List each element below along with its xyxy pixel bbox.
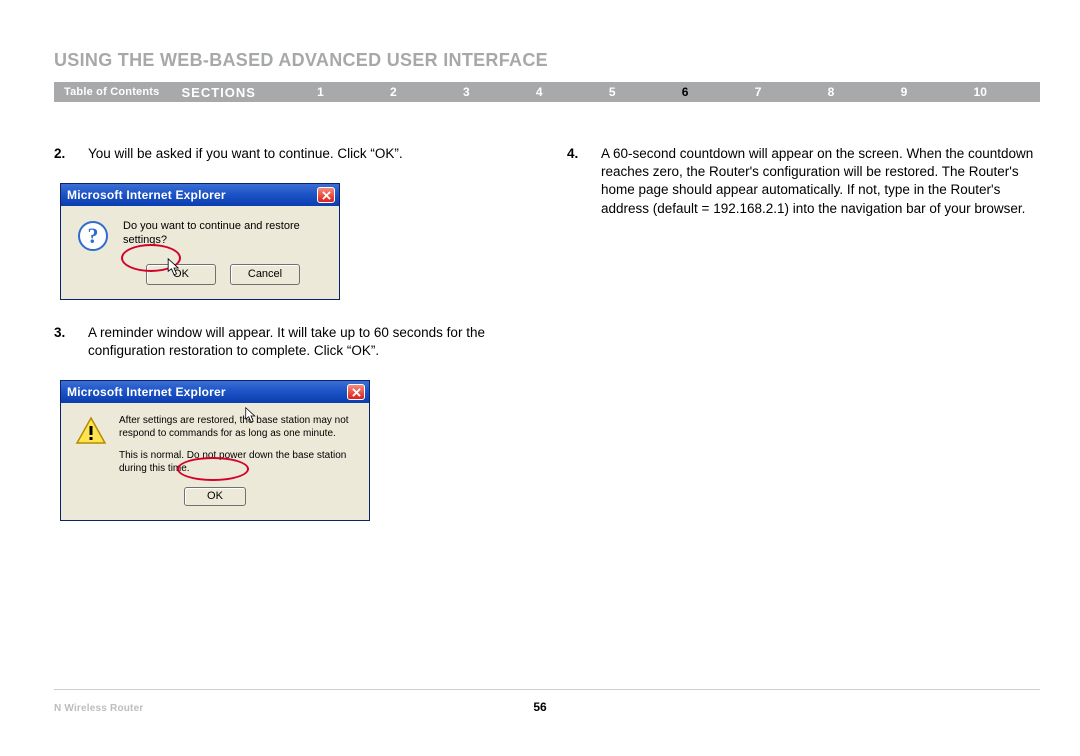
step-number: 2. xyxy=(54,145,72,163)
step-text: You will be asked if you want to continu… xyxy=(88,145,527,163)
question-icon: ? xyxy=(77,220,109,252)
step-4: 4. A 60-second countdown will appear on … xyxy=(567,145,1040,218)
dialog-titlebar: Microsoft Internet Explorer xyxy=(61,381,369,403)
right-column: 4. A 60-second countdown will appear on … xyxy=(567,145,1040,545)
page-number: 56 xyxy=(533,700,546,714)
nav-section-numbers: 1 2 3 4 5 6 7 8 9 10 xyxy=(284,85,1040,99)
nav-toc-link[interactable]: Table of Contents xyxy=(54,86,181,98)
nav-sections-label: SECTIONS xyxy=(181,85,283,100)
cancel-button[interactable]: Cancel xyxy=(230,264,300,285)
ok-button[interactable]: OK xyxy=(146,264,216,285)
nav-section-7[interactable]: 7 xyxy=(755,85,762,99)
dialog-title: Microsoft Internet Explorer xyxy=(67,187,317,203)
page-title: USING THE WEB-BASED ADVANCED USER INTERF… xyxy=(54,50,548,71)
step-text: A 60-second countdown will appear on the… xyxy=(601,145,1040,218)
dialog-message: Do you want to continue and restore sett… xyxy=(123,220,323,248)
step-3: 3. A reminder window will appear. It wil… xyxy=(54,324,527,360)
left-column: 2. You will be asked if you want to cont… xyxy=(54,145,527,545)
close-icon[interactable] xyxy=(347,384,365,400)
dialog-confirm-restore: Microsoft Internet Explorer ? Do you wan… xyxy=(60,183,340,300)
dialog-message-line2: This is normal. Do not power down the ba… xyxy=(119,450,355,475)
dialog-titlebar: Microsoft Internet Explorer xyxy=(61,184,339,206)
svg-text:?: ? xyxy=(88,223,99,248)
nav-section-2[interactable]: 2 xyxy=(390,85,397,99)
dialog-reminder: Microsoft Internet Explorer Afte xyxy=(60,380,370,521)
step-number: 4. xyxy=(567,145,585,218)
nav-section-9[interactable]: 9 xyxy=(901,85,908,99)
nav-section-4[interactable]: 4 xyxy=(536,85,543,99)
step-number: 3. xyxy=(54,324,72,360)
footer-divider xyxy=(54,689,1040,690)
nav-section-1[interactable]: 1 xyxy=(317,85,324,99)
close-icon[interactable] xyxy=(317,187,335,203)
dialog-message-line1: After settings are restored, the base st… xyxy=(119,415,355,440)
step-2: 2. You will be asked if you want to cont… xyxy=(54,145,527,163)
nav-section-10[interactable]: 10 xyxy=(974,85,987,99)
nav-section-6[interactable]: 6 xyxy=(682,85,689,99)
nav-section-3[interactable]: 3 xyxy=(463,85,470,99)
nav-section-5[interactable]: 5 xyxy=(609,85,616,99)
nav-bar: Table of Contents SECTIONS 1 2 3 4 5 6 7… xyxy=(54,82,1040,102)
warning-icon xyxy=(75,415,107,447)
footer-product-name: N Wireless Router xyxy=(54,703,143,714)
ok-button[interactable]: OK xyxy=(184,487,246,506)
dialog-title: Microsoft Internet Explorer xyxy=(67,384,347,400)
step-text: A reminder window will appear. It will t… xyxy=(88,324,527,360)
nav-section-8[interactable]: 8 xyxy=(828,85,835,99)
